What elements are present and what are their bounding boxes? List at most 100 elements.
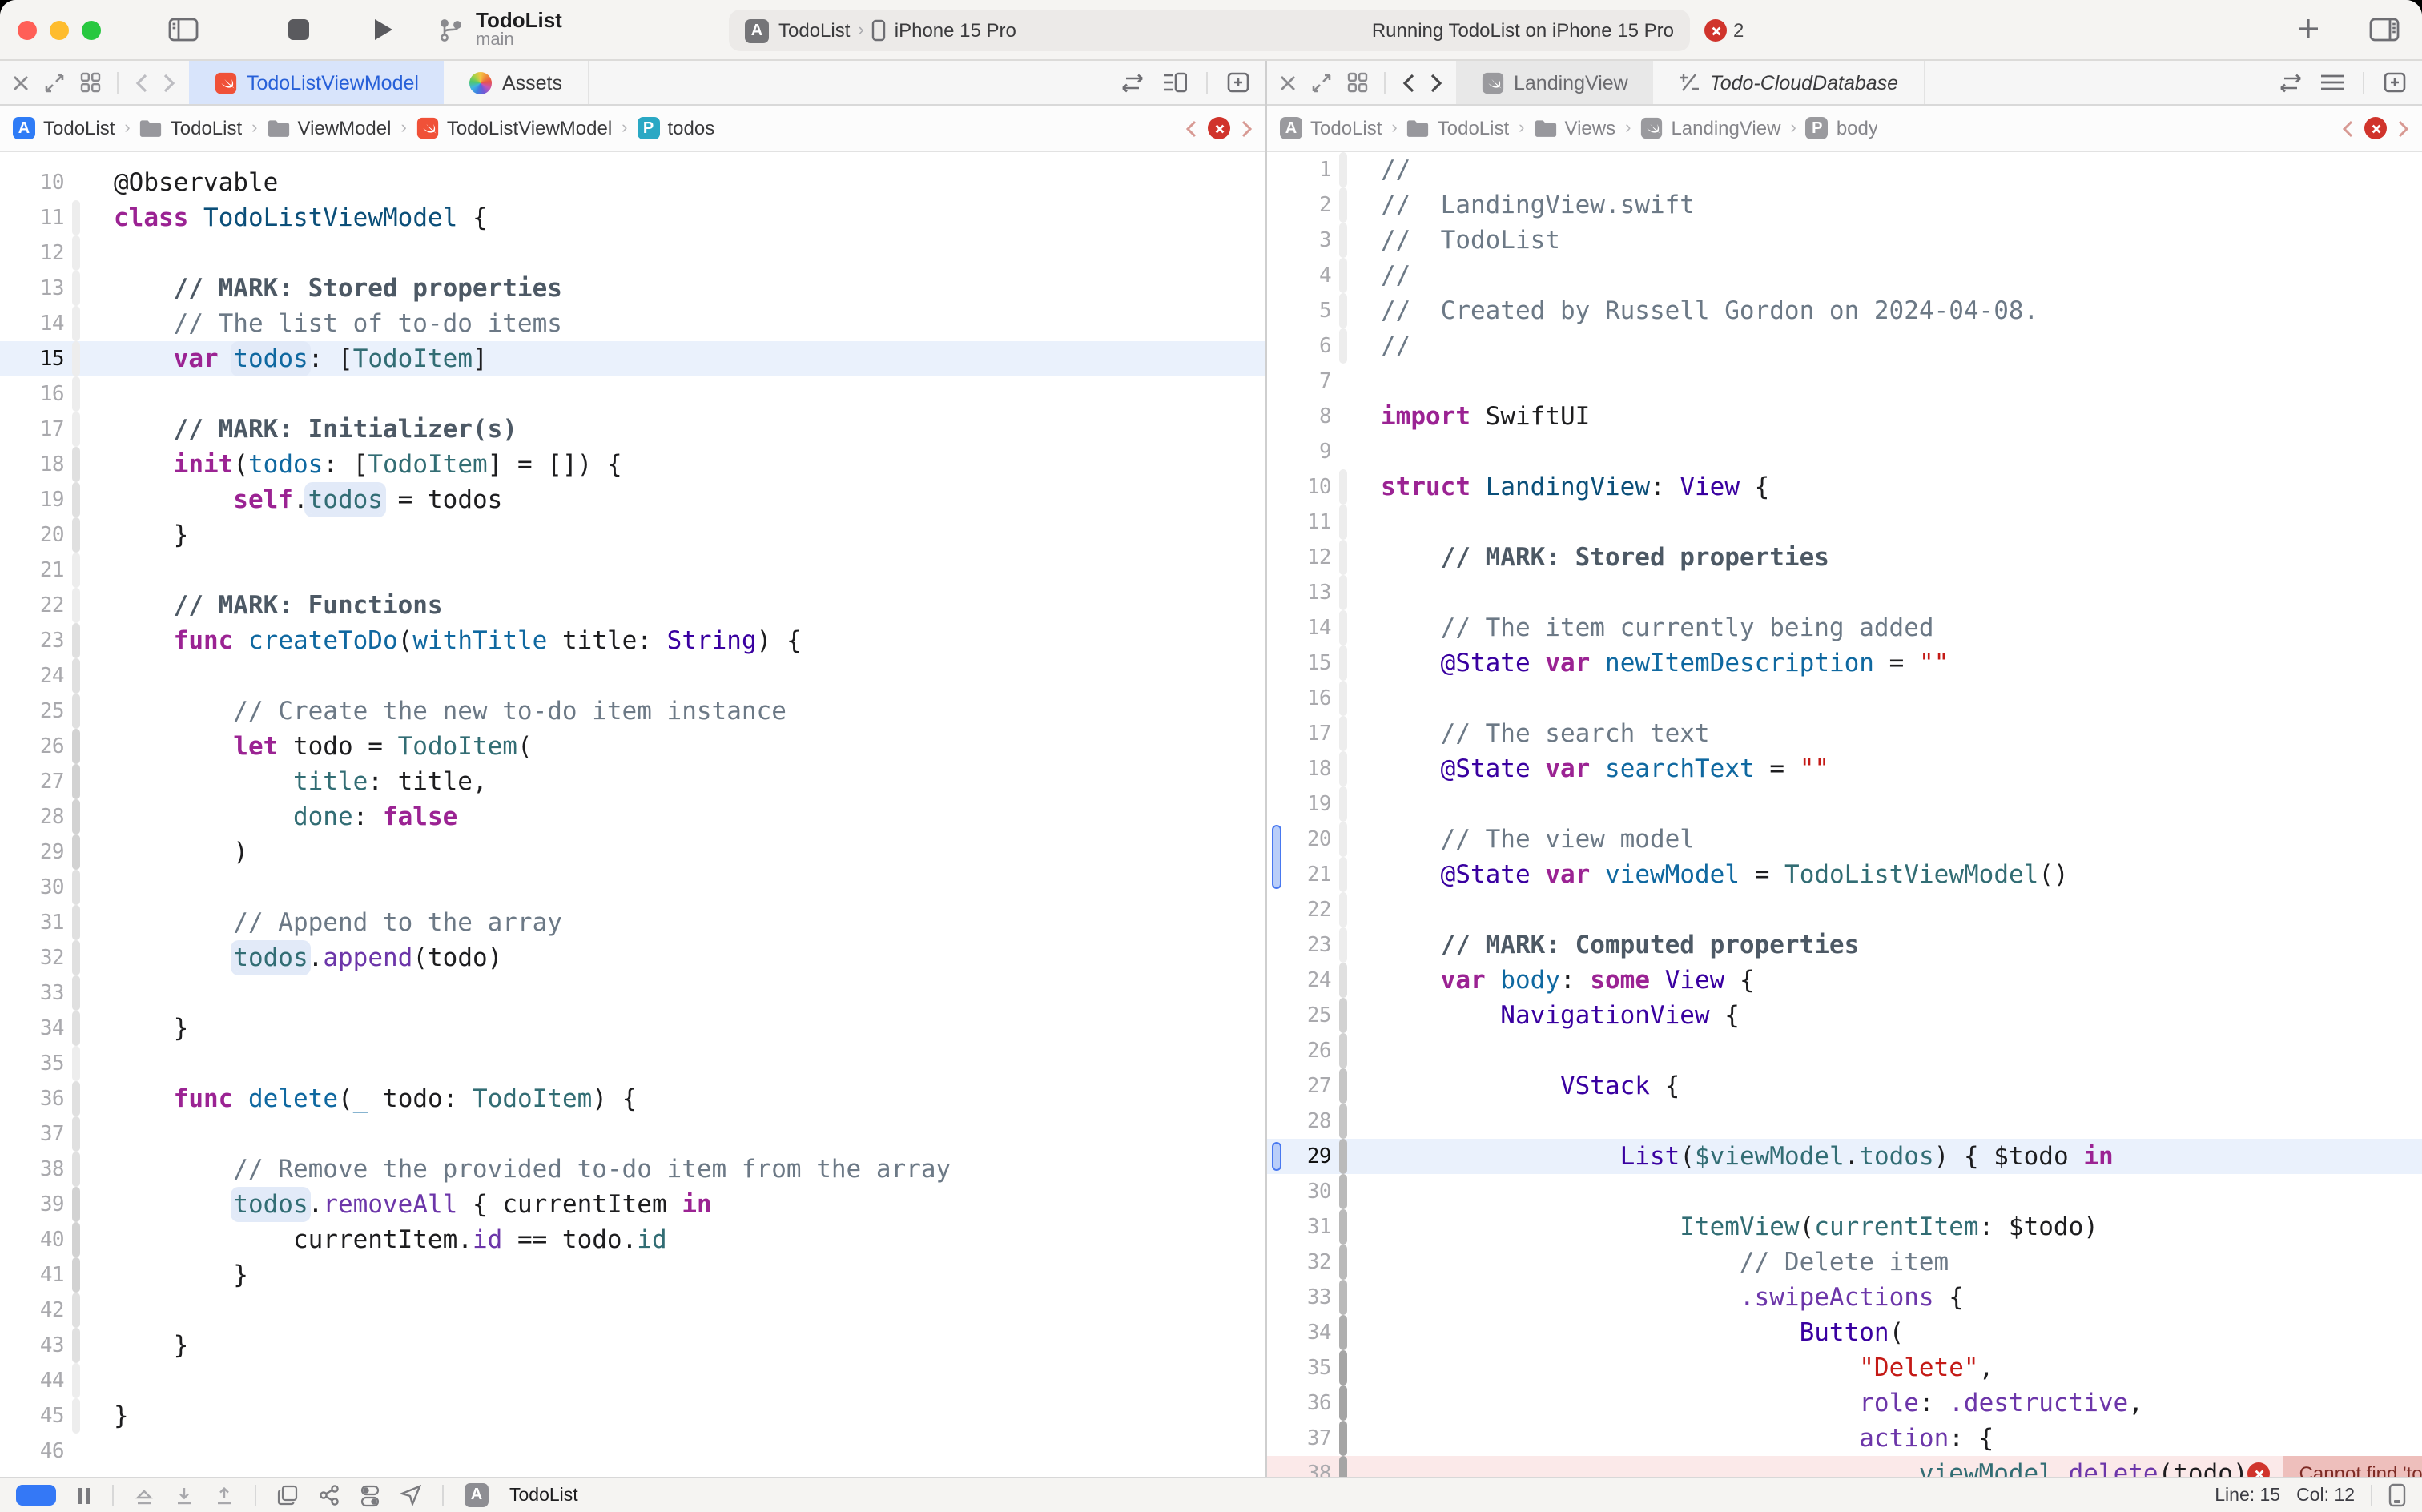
code-line-27[interactable]: 27 VStack { — [1267, 1068, 2422, 1104]
fold-ribbon[interactable] — [1339, 1456, 1347, 1477]
close-editor-icon[interactable] — [1280, 74, 1296, 90]
fold-ribbon[interactable] — [1339, 1315, 1347, 1350]
fold-ribbon[interactable] — [1339, 927, 1347, 963]
line-number[interactable]: 2 — [1267, 193, 1331, 217]
fold-ribbon[interactable] — [72, 1116, 80, 1152]
code-line-4[interactable]: 4// — [1267, 258, 2422, 293]
line-number[interactable]: 26 — [0, 734, 64, 758]
line-number[interactable]: 38 — [0, 1157, 64, 1181]
left-code-editor[interactable]: 10@Observable11class TodoListViewModel {… — [0, 152, 1265, 1477]
next-issue-icon[interactable] — [1241, 119, 1253, 137]
code-line-36[interactable]: 36 func delete(_ todo: TodoItem) { — [0, 1081, 1265, 1116]
code-line-46[interactable]: 46 — [0, 1434, 1265, 1469]
code-line-45[interactable]: 45} — [0, 1398, 1265, 1434]
line-number[interactable]: 17 — [1267, 722, 1331, 746]
code-line-40[interactable]: 40 currentItem.id == todo.id — [0, 1222, 1265, 1257]
fold-ribbon[interactable] — [72, 1398, 80, 1434]
line-number[interactable]: 35 — [0, 1052, 64, 1076]
line-number[interactable]: 20 — [0, 523, 64, 547]
fold-ribbon[interactable] — [1339, 1033, 1347, 1068]
fold-ribbon[interactable] — [72, 517, 80, 553]
fold-ribbon[interactable] — [72, 658, 80, 694]
code-line-17[interactable]: 17 // The search text — [1267, 716, 2422, 751]
code-line-20[interactable]: 20 // The view model — [1267, 822, 2422, 857]
simulate-location-icon[interactable] — [400, 1485, 421, 1506]
error-count[interactable]: 2 — [1704, 19, 1744, 42]
breadcrumb-item-todolistviewmodel[interactable]: TodoListViewModel — [416, 117, 612, 139]
code-line-20[interactable]: 20 } — [0, 517, 1265, 553]
code-line-11[interactable]: 11class TodoListViewModel { — [0, 200, 1265, 235]
fold-ribbon[interactable] — [72, 905, 80, 940]
fold-ribbon[interactable] — [72, 447, 80, 482]
code-line-33[interactable]: 33 .swipeActions { — [1267, 1280, 2422, 1315]
line-number[interactable]: 15 — [1267, 651, 1331, 675]
line-number[interactable]: 21 — [0, 558, 64, 582]
line-number[interactable]: 38 — [1267, 1462, 1331, 1477]
code-line-36[interactable]: 36 role: .destructive, — [1267, 1385, 2422, 1421]
line-number[interactable]: 16 — [0, 382, 64, 406]
editor-grid-icon[interactable] — [1347, 72, 1368, 93]
line-number[interactable]: 16 — [1267, 686, 1331, 710]
code-line-18[interactable]: 18 init(todos: [TodoItem] = []) { — [0, 447, 1265, 482]
fold-ribbon[interactable] — [72, 764, 80, 799]
fold-ribbon[interactable] — [72, 870, 80, 905]
code-line-7[interactable]: 7 — [1267, 364, 2422, 399]
line-number[interactable]: 34 — [1267, 1321, 1331, 1345]
code-line-42[interactable]: 42 — [0, 1293, 1265, 1328]
issue-badge-icon[interactable] — [2364, 117, 2387, 139]
code-line-35[interactable]: 35 — [0, 1046, 1265, 1081]
line-number[interactable]: 22 — [1267, 898, 1331, 922]
fold-ribbon[interactable] — [72, 1011, 80, 1046]
code-line-11[interactable]: 11 — [1267, 505, 2422, 540]
fold-ribbon[interactable] — [72, 1187, 80, 1222]
line-number[interactable]: 32 — [1267, 1250, 1331, 1274]
code-line-21[interactable]: 21 @State var viewModel = TodoListViewMo… — [1267, 857, 2422, 892]
fold-ribbon[interactable] — [1339, 1209, 1347, 1245]
breadcrumb-item-todos[interactable]: Ptodos — [638, 117, 715, 139]
fold-ribbon[interactable] — [72, 975, 80, 1011]
fold-ribbon[interactable] — [72, 482, 80, 517]
line-number[interactable]: 8 — [1267, 404, 1331, 428]
line-number[interactable]: 27 — [1267, 1074, 1331, 1098]
code-line-15[interactable]: 15 var todos: [TodoItem] — [0, 341, 1265, 376]
stop-button[interactable] — [288, 19, 309, 40]
next-issue-icon[interactable] — [2398, 119, 2409, 137]
code-line-9[interactable]: 9 — [1267, 434, 2422, 469]
breadcrumb-item-viewmodel[interactable]: ViewModel — [268, 117, 392, 139]
zoom-window-button[interactable] — [82, 20, 101, 39]
issue-badge-icon[interactable] — [1208, 117, 1230, 139]
breadcrumb-item-todolist[interactable]: TodoList — [1407, 117, 1509, 139]
line-number[interactable]: 7 — [1267, 369, 1331, 393]
line-number[interactable]: 35 — [1267, 1356, 1331, 1380]
fold-ribbon[interactable] — [1339, 434, 1347, 469]
line-number[interactable]: 28 — [0, 805, 64, 829]
line-number[interactable]: 18 — [0, 452, 64, 477]
code-line-30[interactable]: 30 — [0, 870, 1265, 905]
code-line-27[interactable]: 27 title: title, — [0, 764, 1265, 799]
line-number[interactable]: 24 — [0, 664, 64, 688]
breadcrumb-item-views[interactable]: Views — [1535, 117, 1616, 139]
fold-ribbon[interactable] — [72, 1152, 80, 1187]
code-line-19[interactable]: 19 self.todos = todos — [0, 482, 1265, 517]
fold-ribbon[interactable] — [1339, 540, 1347, 575]
fold-ribbon[interactable] — [72, 200, 80, 235]
editor-grid-icon[interactable] — [80, 72, 101, 93]
code-line-26[interactable]: 26 let todo = TodoItem( — [0, 729, 1265, 764]
line-number[interactable]: 46 — [0, 1439, 64, 1463]
fold-ribbon[interactable] — [1339, 575, 1347, 610]
fold-ribbon[interactable] — [1339, 293, 1347, 328]
code-line-3[interactable]: 3// TodoList — [1267, 223, 2422, 258]
code-line-25[interactable]: 25 NavigationView { — [1267, 998, 2422, 1033]
fold-ribbon[interactable] — [1339, 1104, 1347, 1139]
device-icon[interactable] — [2388, 1483, 2406, 1507]
code-line-22[interactable]: 22 — [1267, 892, 2422, 927]
line-number[interactable]: 3 — [1267, 228, 1331, 252]
fold-ribbon[interactable] — [1339, 1280, 1347, 1315]
code-line-28[interactable]: 28 — [1267, 1104, 2422, 1139]
line-number[interactable]: 37 — [0, 1122, 64, 1146]
fold-ribbon[interactable] — [1339, 152, 1347, 187]
line-number[interactable]: 29 — [0, 840, 64, 864]
line-number[interactable]: 22 — [0, 593, 64, 617]
breakpoints-toggle[interactable] — [16, 1485, 56, 1506]
fold-ribbon[interactable] — [1339, 399, 1347, 434]
